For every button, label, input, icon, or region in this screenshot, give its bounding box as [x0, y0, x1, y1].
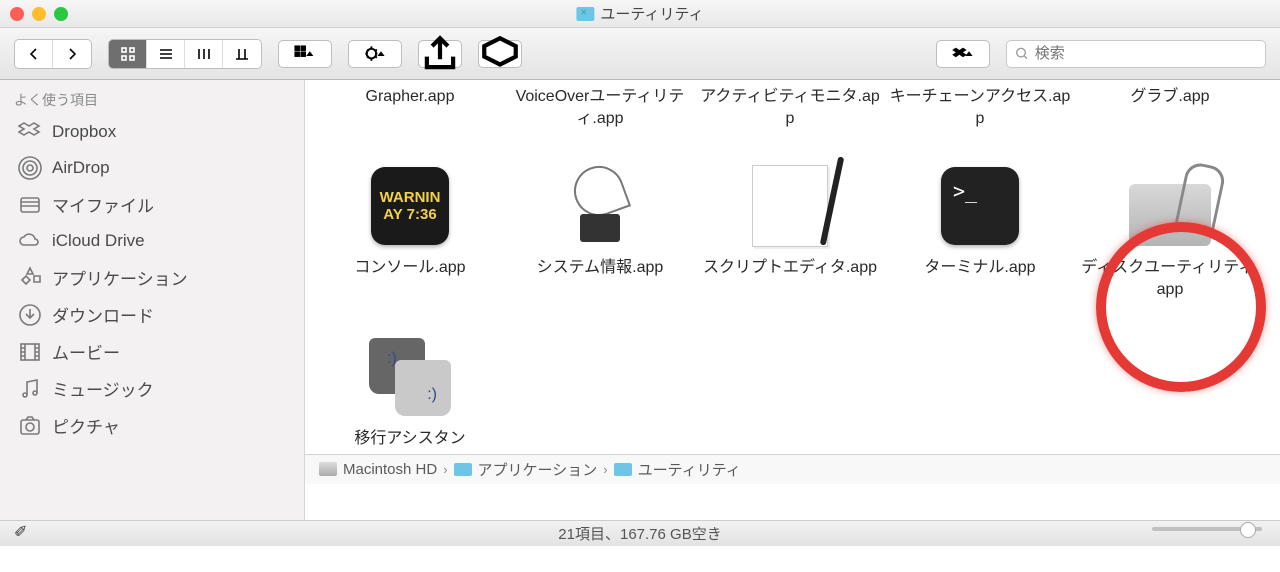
dropbox-icon	[18, 120, 42, 144]
edit-tags-icon[interactable]: ✐	[14, 522, 27, 542]
sidebar-item-music[interactable]: ミュージック	[0, 370, 304, 407]
icon-view-button[interactable]	[109, 40, 147, 68]
download-icon	[18, 303, 42, 327]
script-editor-icon	[745, 161, 835, 251]
search-icon	[1015, 46, 1029, 61]
app-label: Grapher.app	[319, 86, 501, 108]
app-label: システム情報.app	[509, 257, 691, 279]
folder-icon	[576, 7, 594, 21]
folder-icon	[454, 463, 472, 476]
sidebar-item-movies[interactable]: ムービー	[0, 333, 304, 370]
app-item[interactable]: グラブ.app	[1075, 80, 1265, 133]
sidebar-label: ダウンロード	[52, 302, 154, 327]
chevron-icon: ›	[603, 462, 607, 477]
sidebar-label: Dropbox	[52, 122, 116, 142]
app-item-terminal[interactable]: >_ ターミナル.app	[885, 133, 1075, 304]
sidebar-item-applications[interactable]: アプリケーション	[0, 259, 304, 296]
path-segment[interactable]: ユーティリティ	[638, 459, 741, 480]
status-text: 21項目、167.76 GB空き	[558, 523, 721, 544]
sidebar-item-airdrop[interactable]: AirDrop	[0, 150, 304, 186]
app-label: コンソール.app	[319, 257, 501, 279]
dropbox-toolbar-button[interactable]	[936, 40, 990, 68]
app-item-migrate[interactable]: :):) 移行アシスタン	[315, 304, 505, 454]
sidebar-item-downloads[interactable]: ダウンロード	[0, 296, 304, 333]
app-label: VoiceOverユーティリティ.app	[509, 86, 691, 129]
app-item-sysinfo[interactable]: システム情報.app	[505, 133, 695, 304]
column-view-button[interactable]	[185, 40, 223, 68]
app-label: 移行アシスタン	[319, 428, 501, 450]
list-view-button[interactable]	[147, 40, 185, 68]
coverflow-view-button[interactable]	[223, 40, 261, 68]
app-item-script[interactable]: スクリプトエディタ.app	[695, 133, 885, 304]
app-label: キーチェーンアクセス.app	[889, 86, 1071, 129]
myfiles-icon	[18, 193, 42, 217]
app-item-diskutil[interactable]: ディスクユーティリティ.app	[1075, 133, 1265, 304]
migration-assistant-icon: :):)	[365, 332, 455, 422]
close-button[interactable]	[10, 7, 24, 21]
sidebar-label: iCloud Drive	[52, 231, 145, 251]
app-label: アクティビティモニタ.app	[699, 86, 881, 129]
console-icon: WARNINAY 7:36	[365, 161, 455, 251]
folder-icon	[614, 463, 632, 476]
sidebar-item-icloud[interactable]: iCloud Drive	[0, 223, 304, 259]
search-input[interactable]	[1035, 45, 1257, 62]
movies-icon	[18, 340, 42, 364]
search-field[interactable]	[1006, 40, 1266, 68]
app-item[interactable]: VoiceOverユーティリティ.app	[505, 80, 695, 133]
sidebar-label: ムービー	[52, 339, 120, 364]
window-title: ユーティリティ	[600, 3, 703, 24]
app-label: スクリプトエディタ.app	[699, 257, 881, 279]
sidebar-label: ミュージック	[52, 376, 154, 401]
app-item[interactable]: Grapher.app	[315, 80, 505, 133]
app-label: ディスクユーティリティ.app	[1079, 257, 1261, 300]
view-switcher	[108, 39, 262, 69]
action-button[interactable]	[348, 40, 402, 68]
path-segment[interactable]: アプリケーション	[478, 459, 598, 480]
window-controls	[10, 7, 68, 21]
hd-icon	[319, 462, 337, 476]
sidebar-label: AirDrop	[52, 158, 110, 178]
status-bar: ✐ 21項目、167.76 GB空き	[0, 520, 1280, 546]
sidebar-item-myfiles[interactable]: マイファイル	[0, 186, 304, 223]
cloud-icon	[18, 229, 42, 253]
arrange-button[interactable]	[278, 40, 332, 68]
pictures-icon	[18, 414, 42, 438]
app-label: ターミナル.app	[889, 257, 1071, 279]
back-button[interactable]	[15, 40, 53, 68]
app-item[interactable]: キーチェーンアクセス.app	[885, 80, 1075, 133]
system-info-icon	[555, 161, 645, 251]
sidebar-item-pictures[interactable]: ピクチャ	[0, 407, 304, 444]
app-item[interactable]: アクティビティモニタ.app	[695, 80, 885, 133]
zoom-button[interactable]	[54, 7, 68, 21]
airdrop-icon	[18, 156, 42, 180]
forward-button[interactable]	[53, 40, 91, 68]
zoom-slider[interactable]	[1152, 527, 1262, 531]
tags-button[interactable]	[478, 40, 522, 68]
minimize-button[interactable]	[32, 7, 46, 21]
path-bar: Macintosh HD › アプリケーション › ユーティリティ	[305, 454, 1280, 484]
app-label: グラブ.app	[1079, 86, 1261, 108]
content-area: Grapher.app VoiceOverユーティリティ.app アクティビティ…	[305, 80, 1280, 520]
terminal-icon: >_	[935, 161, 1025, 251]
share-button[interactable]	[418, 40, 462, 68]
sidebar-header: よく使う項目	[0, 84, 304, 114]
toolbar	[0, 28, 1280, 80]
disk-utility-icon	[1125, 161, 1215, 251]
sidebar: よく使う項目 Dropbox AirDrop マイファイル iCloud Dri…	[0, 80, 305, 520]
music-icon	[18, 377, 42, 401]
apps-icon	[18, 266, 42, 290]
sidebar-label: ピクチャ	[52, 413, 120, 438]
sidebar-label: マイファイル	[52, 192, 154, 217]
path-segment[interactable]: Macintosh HD	[343, 461, 437, 478]
chevron-icon: ›	[443, 462, 447, 477]
nav-buttons	[14, 39, 92, 69]
app-item-console[interactable]: WARNINAY 7:36 コンソール.app	[315, 133, 505, 304]
sidebar-item-dropbox[interactable]: Dropbox	[0, 114, 304, 150]
sidebar-label: アプリケーション	[52, 265, 188, 290]
titlebar: ユーティリティ	[0, 0, 1280, 28]
